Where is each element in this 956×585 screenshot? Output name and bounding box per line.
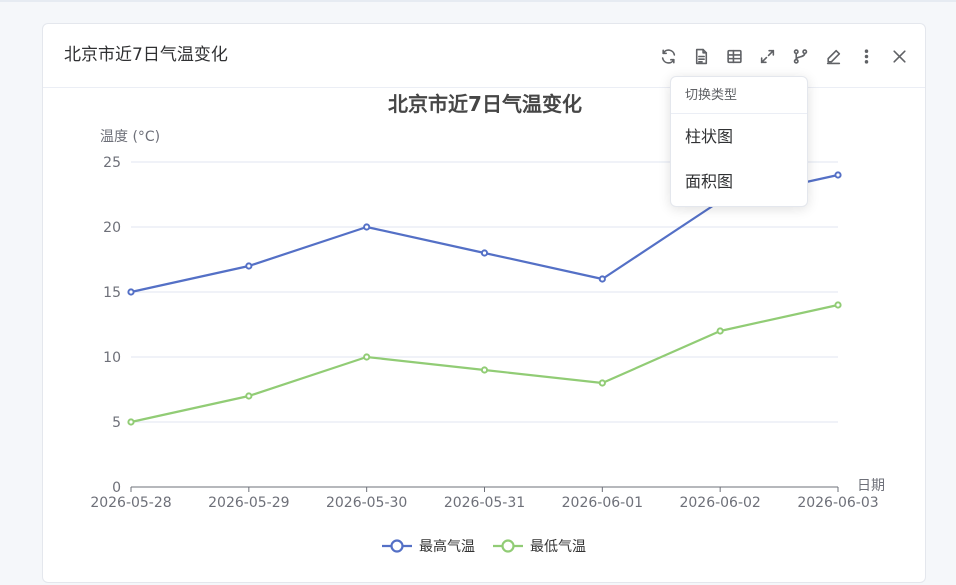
chart-type-dropdown: 切换类型 柱状图 面积图: [670, 76, 808, 207]
y-axis-label: 温度 (°C): [100, 129, 160, 145]
x-tick-label: 2026-06-02: [679, 495, 760, 511]
line-chart: 北京市近7日气温变化温度 (°C) 0 5 10 15 20 25 2026-05-28 202…: [90, 92, 885, 555]
legend-marker-0: [390, 539, 404, 553]
y-tick-label: 0: [112, 480, 121, 496]
data-point: [480, 366, 489, 374]
data-point: [245, 392, 253, 400]
data-point: [245, 262, 253, 270]
data-point: [598, 275, 606, 283]
y-tick-label: 5: [112, 415, 121, 431]
x-tick-label: 2026-05-29: [208, 495, 289, 511]
legend-label-0: 最高气温: [419, 538, 475, 555]
x-tick-label: 2026-05-31: [444, 495, 525, 511]
series-line-1: [130, 303, 839, 424]
x-tick-label: 2026-05-30: [326, 495, 407, 511]
data-point: [716, 327, 724, 335]
dropdown-item-bar[interactable]: 柱状图: [671, 114, 807, 159]
x-tick-label: 2026-06-01: [562, 495, 643, 511]
y-tick-label: 15: [103, 285, 121, 301]
dropdown-item-area[interactable]: 面积图: [671, 159, 807, 204]
dropdown-header: 切换类型: [671, 77, 807, 114]
data-point: [127, 288, 135, 296]
y-tick-label: 20: [103, 220, 121, 236]
data-point: [363, 353, 371, 361]
chart-title: 北京市近7日气温变化: [388, 92, 582, 116]
x-tick-label: 2026-06-03: [797, 495, 878, 511]
y-tick-label: 25: [103, 155, 121, 171]
x-axis-label: 日期: [857, 478, 885, 494]
legend-label-1: 最低气温: [530, 539, 586, 555]
legend-marker-1: [501, 539, 515, 553]
data-point: [127, 418, 135, 426]
x-tick-label: 2026-05-28: [90, 495, 171, 511]
data-point: [598, 379, 606, 387]
data-point: [834, 301, 842, 309]
data-point: [480, 249, 489, 257]
data-point: [363, 223, 371, 231]
data-point: [834, 171, 842, 179]
y-tick-label: 10: [103, 350, 121, 366]
